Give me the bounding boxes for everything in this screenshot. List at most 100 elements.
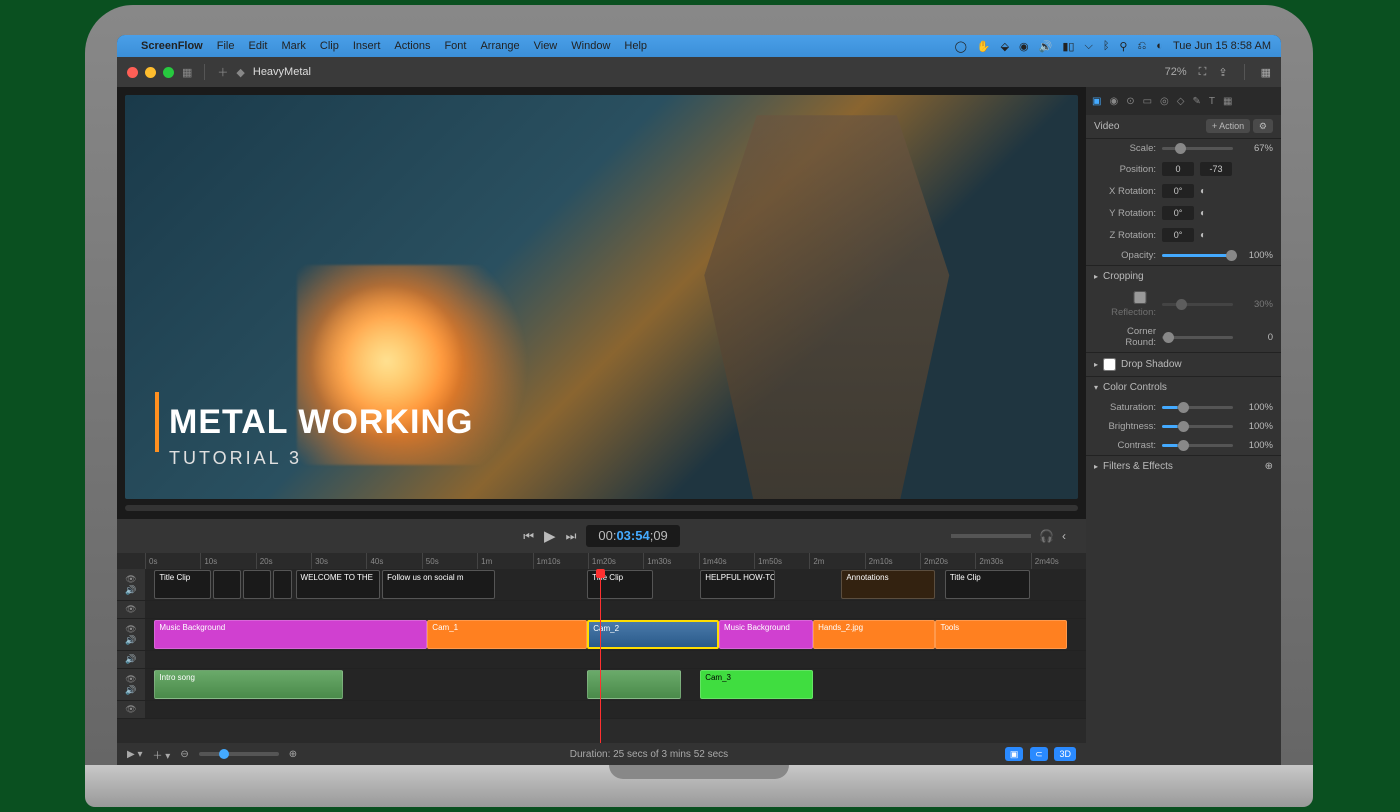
zrot-input[interactable]	[1162, 228, 1194, 242]
zoom-out-icon[interactable]: ⊖	[180, 749, 188, 760]
prev-button[interactable]: ⏮	[523, 529, 534, 544]
zoom-in-icon[interactable]: ⊕	[289, 749, 297, 760]
search-icon[interactable]: ⚲	[1119, 40, 1127, 53]
timeline-ruler[interactable]: 0s10s20s30s40s50s1m1m10s1m20s1m30s1m40s1…	[117, 553, 1086, 569]
tab-screen-icon[interactable]: ⊙	[1126, 96, 1134, 107]
timeline-clip[interactable]	[213, 570, 241, 599]
xrot-input[interactable]	[1162, 184, 1194, 198]
menu-clip[interactable]: Clip	[320, 40, 339, 52]
timeline-clip[interactable]: Tools	[935, 620, 1067, 649]
hand-icon[interactable]: ✋	[977, 40, 991, 53]
brightness-slider[interactable]	[1162, 425, 1233, 428]
app-menu[interactable]: ScreenFlow	[141, 40, 203, 52]
timeline-clip[interactable]: Cam_2	[587, 620, 719, 649]
dropshadow-checkbox[interactable]	[1103, 358, 1116, 371]
track-3-lane[interactable]: Intro song Cam_3	[145, 669, 1086, 700]
timeline-clip[interactable]	[273, 570, 292, 599]
timeline-clip[interactable]	[243, 570, 271, 599]
pointer-tool[interactable]: ▶ ▾	[127, 749, 143, 760]
tab-touch-icon[interactable]: ◎	[1160, 96, 1169, 107]
crop-icon[interactable]: ⛶	[1199, 66, 1207, 79]
timeline-clip[interactable]: Cam_1	[427, 620, 587, 649]
gear-button[interactable]: ⚙	[1253, 119, 1273, 133]
menu-view[interactable]: View	[534, 40, 558, 52]
badge-clip[interactable]: ▣	[1005, 747, 1024, 761]
share-icon[interactable]: ⇪	[1218, 66, 1227, 79]
minimize-button[interactable]	[145, 67, 156, 78]
bluetooth-icon[interactable]: ᛒ	[1103, 40, 1110, 52]
track-1b-header[interactable]: 👁	[117, 601, 145, 618]
tab-callout-icon[interactable]: ▭	[1143, 96, 1152, 107]
corner-slider[interactable]	[1162, 336, 1233, 339]
yrot-dial[interactable]: ◐	[1200, 208, 1206, 219]
headphones-icon[interactable]: 🎧	[1039, 529, 1054, 543]
xrot-dial[interactable]: ◐	[1200, 186, 1206, 197]
timeline-clip[interactable]: Title Clip	[154, 570, 210, 599]
timeline-clip[interactable]: Title Clip	[945, 570, 1030, 599]
siri-icon[interactable]: ◐	[1156, 40, 1163, 52]
collapse-icon[interactable]: ‹	[1062, 529, 1066, 543]
timeline-clip[interactable]: Follow us on social m	[382, 570, 495, 599]
fullscreen-button[interactable]	[163, 67, 174, 78]
track-2-header[interactable]: 👁🔊	[117, 619, 145, 650]
track-2-lane[interactable]: Music BackgroundCam_1Cam_2Music Backgrou…	[145, 619, 1086, 650]
reflection-slider[interactable]	[1162, 303, 1233, 306]
timeline-clip[interactable]: WELCOME TO THE	[296, 570, 381, 599]
timeline-clip[interactable]: Music Background	[154, 620, 427, 649]
wifi-icon[interactable]: ⌵	[1084, 40, 1092, 53]
track-1b-lane[interactable]	[145, 601, 1086, 618]
badge-magnet[interactable]: ⊂	[1030, 747, 1048, 761]
track-2b-header[interactable]: 🔊	[117, 651, 145, 668]
contrast-slider[interactable]	[1162, 444, 1233, 447]
close-button[interactable]	[127, 67, 138, 78]
timeline-clip[interactable]: Hands_2.jpg	[813, 620, 935, 649]
zrot-dial[interactable]: ◐	[1200, 230, 1206, 241]
opacity-slider[interactable]	[1162, 254, 1233, 257]
control-center-icon[interactable]: ⎌	[1137, 40, 1146, 53]
timeline-zoom-slider[interactable]	[199, 752, 279, 756]
menubar-clock[interactable]: Tue Jun 15 8:58 AM	[1173, 40, 1271, 52]
tab-text2-icon[interactable]: T	[1209, 96, 1215, 107]
volume-icon[interactable]: 🔊	[1039, 40, 1053, 53]
tab-text-icon[interactable]: ✎	[1192, 96, 1200, 107]
menu-mark[interactable]: Mark	[281, 40, 305, 52]
menu-font[interactable]: Font	[444, 40, 466, 52]
tab-media-icon[interactable]: ▦	[1223, 96, 1232, 107]
timeline-clip[interactable]: Cam_3	[700, 670, 813, 699]
add-button[interactable]: ＋	[217, 64, 228, 80]
battery-icon[interactable]: ▮▯	[1062, 40, 1074, 53]
position-y-input[interactable]	[1200, 162, 1232, 176]
track-1-header[interactable]: 👁🔊	[117, 569, 145, 600]
timeline-clip[interactable]: Intro song	[154, 670, 342, 699]
panel-toggle-icon[interactable]: ▦	[1261, 66, 1271, 79]
menu-window[interactable]: Window	[571, 40, 610, 52]
timeline-clip[interactable]: Annotations	[841, 570, 935, 599]
menu-help[interactable]: Help	[624, 40, 647, 52]
reflection-checkbox[interactable]	[1124, 291, 1156, 304]
tab-audio-icon[interactable]: ◉	[1109, 96, 1118, 107]
timecode-display[interactable]: 00:03:54;09	[586, 525, 679, 547]
canvas-scrubber[interactable]	[125, 505, 1078, 511]
track-4-header[interactable]: 👁	[117, 701, 145, 718]
canvas-preview[interactable]: METAL WORKING TUTORIAL 3	[125, 95, 1078, 499]
track-1-lane[interactable]: Title Clip WELCOME TO THEFollow us on soc…	[145, 569, 1086, 600]
dropbox-icon[interactable]: ⬙	[1001, 40, 1009, 53]
track-3-header[interactable]: 👁🔊	[117, 669, 145, 700]
saturation-slider[interactable]	[1162, 406, 1233, 409]
add-track[interactable]: ＋ ▾	[153, 747, 171, 762]
position-x-input[interactable]	[1162, 162, 1194, 176]
tab-video-icon[interactable]: ▣	[1092, 96, 1101, 107]
menu-arrange[interactable]: Arrange	[480, 40, 519, 52]
add-filter-icon[interactable]: ⊕	[1265, 461, 1273, 472]
menu-file[interactable]: File	[217, 40, 235, 52]
sidebar-toggle-icon[interactable]: ▦	[182, 66, 192, 79]
menu-edit[interactable]: Edit	[248, 40, 267, 52]
menu-insert[interactable]: Insert	[353, 40, 381, 52]
cropping-section[interactable]: ▸Cropping	[1086, 265, 1281, 287]
colorcontrols-section[interactable]: ▾Color Controls	[1086, 376, 1281, 398]
badge-3d[interactable]: 3D	[1054, 747, 1076, 761]
filters-section[interactable]: ▸Filters & Effects⊕	[1086, 455, 1281, 477]
canvas-zoom[interactable]: 72%	[1165, 66, 1187, 78]
next-button[interactable]: ⏭	[566, 529, 577, 544]
timeline-clip[interactable]: HELPFUL HOW-TO	[700, 570, 775, 599]
